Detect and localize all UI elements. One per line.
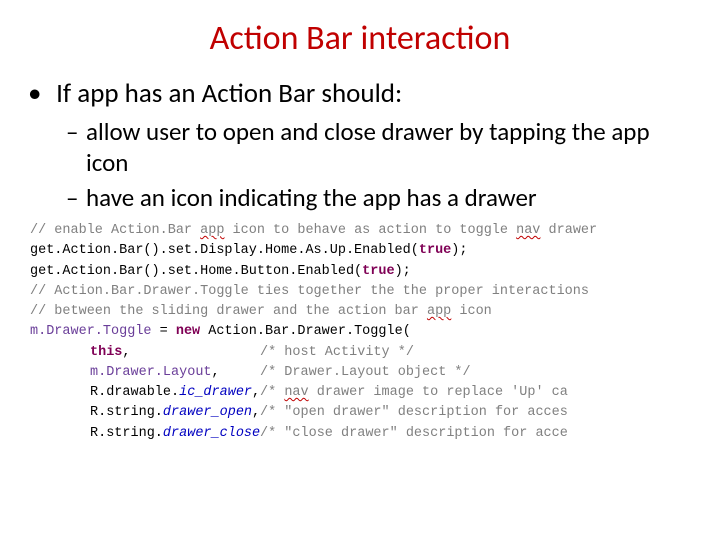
code-line-11: R.string.drawer_close/* "close drawer" d… [0,424,720,444]
slide: Action Bar interaction If app has an Act… [0,0,720,540]
code-line-2: get.Action.Bar().set.Display.Home.As.Up.… [0,241,720,261]
code-line-5: // between the sliding drawer and the ac… [0,302,720,322]
code-line-4: // Action.Bar.Drawer.Toggle ties togethe… [0,282,720,302]
code-block: // enable Action.Bar app icon to behave … [0,221,720,444]
code-line-9: R.drawable.ic_drawer,/* nav drawer image… [0,383,720,403]
code-line-1: // enable Action.Bar app icon to behave … [0,221,720,241]
bullet-top-text: If app has an Action Bar should: [56,77,402,110]
sub-bullet-2: have an icon indicating the app has a dr… [86,182,690,213]
bullet-top: If app has an Action Bar should: allow u… [50,77,690,213]
code-line-7: this,/* host Activity */ [0,343,720,363]
code-line-6: m.Drawer.Toggle = new Action.Bar.Drawer.… [0,322,720,342]
code-line-8: m.Drawer.Layout,/* Drawer.Layout object … [0,363,720,383]
slide-title: Action Bar interaction [30,18,690,59]
bullet-list: If app has an Action Bar should: allow u… [30,77,690,213]
sub-bullet-list: allow user to open and close drawer by t… [50,116,690,213]
sub-bullet-1: allow user to open and close drawer by t… [86,116,690,178]
code-line-3: get.Action.Bar().set.Home.Button.Enabled… [0,262,720,282]
code-line-10: R.string.drawer_open,/* "open drawer" de… [0,403,720,423]
